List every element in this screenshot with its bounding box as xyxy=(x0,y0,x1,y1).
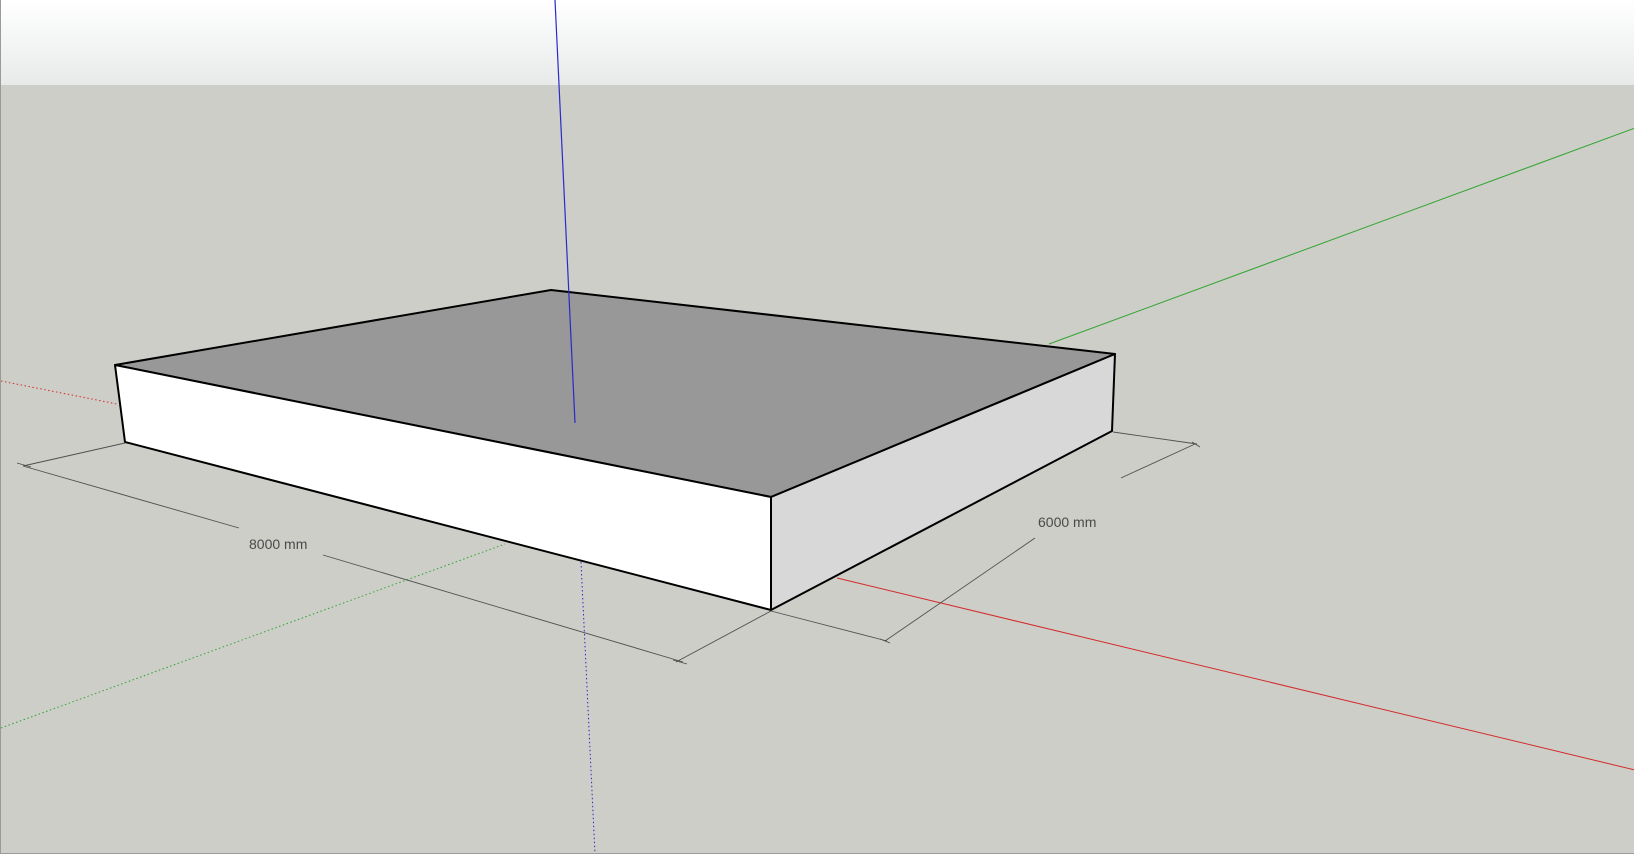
modeling-viewport[interactable]: 8000 mm 6000 mm xyxy=(0,0,1634,854)
length-dimension-label: 8000 mm xyxy=(249,536,307,552)
sky xyxy=(1,0,1634,85)
3d-scene[interactable]: 8000 mm 6000 mm xyxy=(1,0,1634,854)
width-dimension-label: 6000 mm xyxy=(1038,514,1096,530)
